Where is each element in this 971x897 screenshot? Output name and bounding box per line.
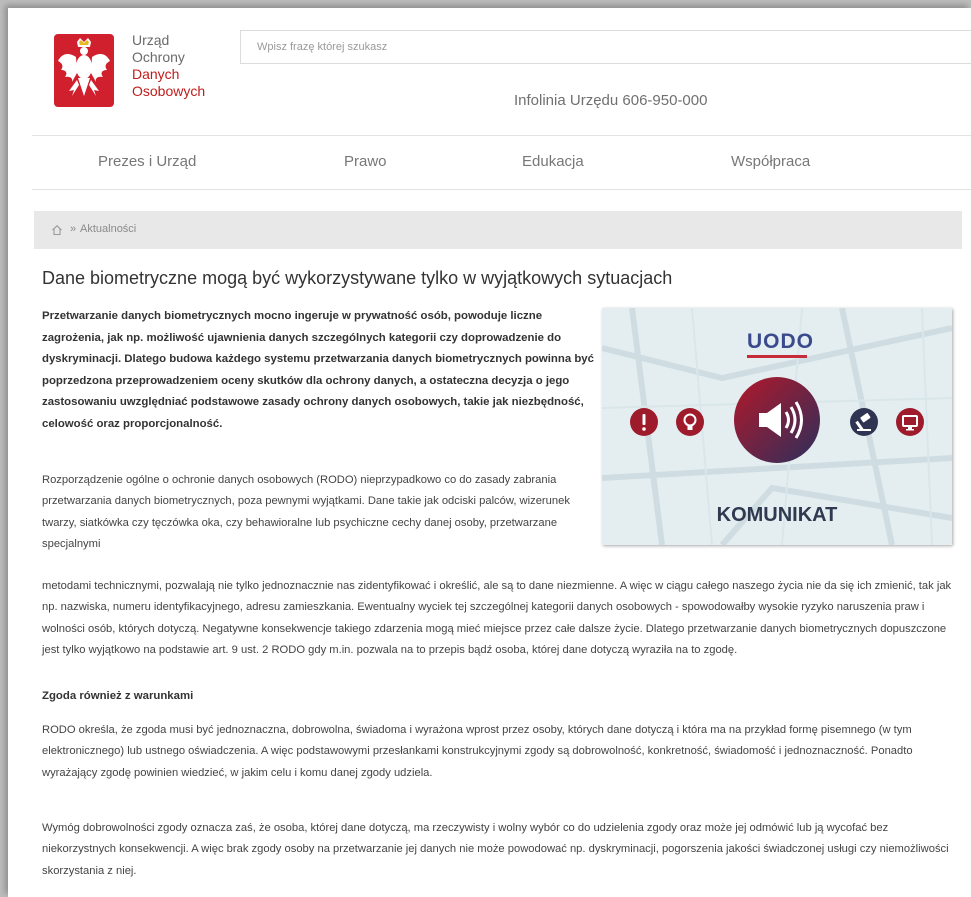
infoline-phone[interactable]: Infolinia Urzędu 606-950-000 — [514, 92, 707, 109]
nav-divider — [32, 189, 971, 190]
breadcrumb-aktualnosci[interactable]: Aktualności — [80, 223, 136, 235]
paragraph-1a: Rozporządzenie ogólne o ochronie danych … — [42, 474, 570, 550]
org-name-line2: Ochrony — [132, 49, 185, 65]
paragraph-3: Wymóg dobrowolności zgody oznacza zaś, ż… — [42, 822, 949, 877]
nav-item-prawo[interactable]: Prawo — [344, 153, 387, 170]
article-title: Dane biometryczne mogą być wykorzystywan… — [42, 268, 673, 288]
paragraph-2: RODO określa, że zgoda musi być jednozna… — [42, 724, 913, 779]
nav-item-edukacja[interactable]: Edukacja — [522, 153, 584, 170]
uodo-logo: UODO — [747, 330, 814, 353]
coat-of-arms-logo[interactable] — [53, 33, 115, 108]
paragraph-1b: metodami technicznymi, pozwalają nie tyl… — [42, 580, 952, 656]
breadcrumb-separator: » — [70, 223, 77, 235]
komunikat-label: KOMUNIKAT — [716, 504, 838, 526]
org-name-line3: Danych — [132, 66, 180, 82]
nav-item-prezes[interactable]: Prezes i Urząd — [98, 153, 196, 170]
org-name[interactable]: Urząd Ochrony Danych Osobowych — [132, 32, 205, 100]
monitor-icon — [896, 408, 924, 436]
breadcrumb: » Aktualności — [34, 211, 962, 249]
gavel-icon — [850, 408, 878, 436]
exclamation-icon — [630, 408, 658, 436]
uodo-logo-underline — [747, 355, 807, 358]
article-lead: Przetwarzanie danych biometrycznych mocn… — [42, 310, 594, 430]
lightbulb-icon — [676, 408, 704, 436]
komunikat-image: UODO KOMUNIKAT — [602, 308, 952, 545]
section-heading: Zgoda również z warunkami — [42, 690, 194, 702]
megaphone-icon — [733, 376, 821, 464]
search-input[interactable] — [240, 30, 971, 64]
nav-item-wspolpraca[interactable]: Współpraca — [731, 153, 810, 170]
org-name-line1: Urząd — [132, 32, 170, 48]
main-nav: Prezes i Urząd Prawo Edukacja Współpraca — [32, 136, 971, 189]
browser-page: Urząd Ochrony Danych Osobowych Infolinia… — [8, 8, 971, 897]
org-name-line4: Osobowych — [132, 83, 206, 99]
home-icon[interactable] — [51, 224, 63, 236]
